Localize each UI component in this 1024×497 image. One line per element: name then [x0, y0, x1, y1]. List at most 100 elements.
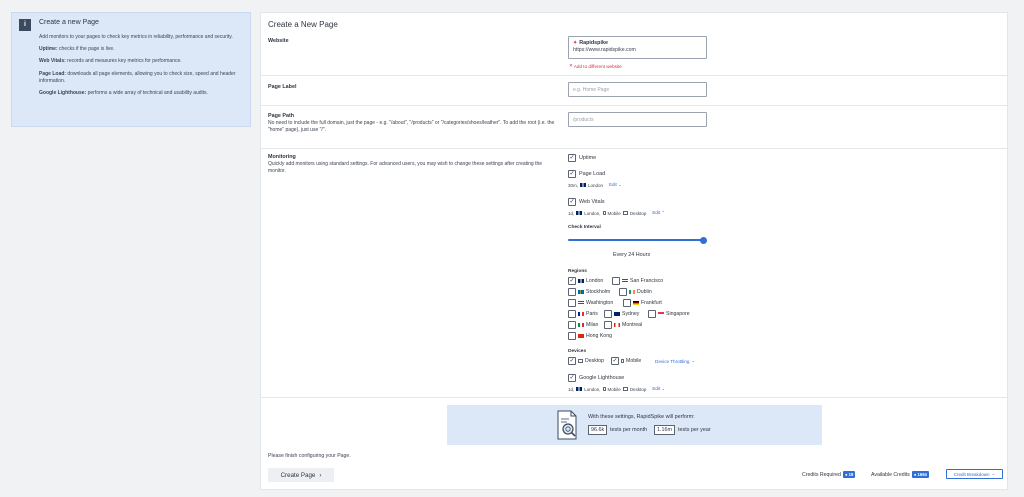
monthly-tests-value: 96.6k [588, 425, 608, 435]
chevron-down-icon: ⌄ [618, 182, 622, 187]
info-icon: i [19, 19, 31, 31]
us-flag-icon [622, 279, 628, 283]
italy-flag-icon [578, 323, 584, 327]
info-item-uptime: Uptime: checks if the page is live. [39, 46, 115, 53]
device-desktop-checkbox[interactable]: ✓ Desktop [568, 357, 604, 365]
summary-text: With these settings, RapidSpike will per… [588, 414, 695, 420]
region-milan-checkbox[interactable]: Milan [568, 321, 598, 329]
check-icon: ✓ [568, 170, 576, 178]
region-dublin-checkbox[interactable]: Dublin [619, 288, 652, 296]
check-icon: ✓ [568, 154, 576, 162]
uptime-checkbox[interactable]: ✓ Uptime [568, 154, 596, 162]
create-page-card: Create a New Page Website ✦ Rapidspike h… [260, 12, 1009, 490]
monitoring-label: Monitoring [268, 154, 296, 160]
mobile-icon [602, 387, 606, 391]
page-title: Create a New Page [268, 20, 338, 29]
device-throttling-link[interactable]: Device Throttling ⌄ [655, 358, 695, 364]
divider [261, 397, 1009, 398]
page-load-checkbox[interactable]: ✓ Page Load [568, 170, 605, 178]
region-paris-checkbox[interactable]: Paris [568, 310, 598, 318]
check-icon: ✓ [611, 357, 619, 365]
region-singapore-checkbox[interactable]: Singapore [648, 310, 690, 318]
info-panel: i Create a new Page Add monitors to your… [11, 12, 251, 127]
uk-flag-icon [578, 279, 584, 283]
available-credits: Available Credits ● 1694 [871, 471, 929, 478]
uk-flag-icon [576, 211, 583, 215]
devices-label: Devices [568, 349, 587, 354]
divider [261, 75, 1009, 76]
site-url: https://www.rapidspike.com [573, 47, 636, 53]
region-frankfurt-checkbox[interactable]: Frankfurt [623, 299, 662, 307]
yearly-tests-value: 1.16m [654, 425, 675, 435]
regions-label: Regions [568, 269, 587, 274]
create-page-button[interactable]: Create Page › [268, 468, 334, 482]
uk-flag-icon [580, 183, 587, 187]
page-load-edit-link[interactable]: Edit ⌄ [609, 182, 622, 188]
desktop-icon [578, 359, 583, 363]
credit-breakdown-button[interactable]: Credit Breakdown ⌄ [946, 469, 1003, 479]
available-credits-badge: ● 1694 [911, 471, 929, 478]
check-icon: ✓ [568, 374, 576, 382]
google-lighthouse-checkbox[interactable]: ✓ Google Lighthouse [568, 374, 624, 382]
info-item-lighthouse: Google Lighthouse: performs a wide array… [39, 90, 208, 97]
sweden-flag-icon [578, 290, 584, 294]
rapidspike-logo-icon: ✦ [573, 40, 578, 46]
region-montreal-checkbox[interactable]: Montreal [604, 321, 642, 329]
page-path-input[interactable] [568, 112, 707, 127]
site-name: Rapidspike [579, 40, 608, 46]
divider [261, 105, 1009, 106]
info-intro: Add monitors to your pages to check key … [39, 34, 233, 40]
check-interval-value: Every 24 Hours [613, 252, 651, 258]
monthly-tests-label: tests per month [610, 427, 648, 433]
region-stockholm-checkbox[interactable]: Stockholm [568, 288, 610, 296]
desktop-icon [622, 387, 628, 391]
credits-required: Credits Required ● 18 [802, 471, 856, 478]
us-flag-icon [578, 301, 584, 305]
page-label-label: Page Label [268, 84, 297, 90]
region-london-checkbox[interactable]: ✓ London [568, 277, 603, 285]
canada-flag-icon [614, 323, 620, 327]
yearly-tests-label: tests per year [678, 427, 711, 433]
info-title: Create a new Page [39, 19, 99, 26]
region-sydney-checkbox[interactable]: Sydney [604, 310, 639, 318]
check-icon: ✓ [568, 198, 576, 206]
check-interval-slider-track[interactable] [568, 239, 703, 241]
page-path-label: Page Path [268, 113, 295, 119]
page-load-settings: 30m, London Edit ⌄ [568, 182, 622, 188]
coin-icon: ● [913, 472, 917, 477]
hong-kong-flag-icon [578, 334, 584, 338]
monitoring-description: Quickly add monitors using standard sett… [268, 161, 543, 174]
germany-flag-icon [633, 301, 639, 305]
chevron-down-icon: ⌄ [991, 471, 996, 476]
coin-icon: ● [844, 472, 848, 477]
page-path-description: No need to include the full domain, just… [268, 120, 555, 133]
finish-message: Please finish configuring your Page. [268, 453, 351, 459]
ireland-flag-icon [629, 290, 635, 294]
check-interval-label: Check Interval [568, 225, 601, 230]
region-hong-kong-checkbox[interactable]: Hong Kong [568, 332, 612, 340]
web-vitals-checkbox[interactable]: ✓ Web Vitals [568, 198, 605, 206]
check-interval-slider-handle[interactable] [700, 236, 707, 244]
check-icon: ✓ [568, 277, 576, 285]
web-vitals-edit-link[interactable]: Edit ⌃ [652, 210, 665, 216]
close-icon: ✕ [569, 63, 573, 68]
france-flag-icon [578, 312, 584, 316]
mobile-icon [621, 359, 624, 363]
region-san-francisco-checkbox[interactable]: San Francisco [612, 277, 663, 285]
credits-required-badge: ● 18 [842, 471, 856, 478]
lighthouse-edit-link[interactable]: Edit ⌄ [652, 386, 665, 392]
australia-flag-icon [614, 312, 620, 316]
tests-summary: With these settings, RapidSpike will per… [447, 405, 822, 445]
document-magnifier-icon [557, 410, 577, 440]
singapore-flag-icon [658, 312, 664, 316]
info-item-web-vitals: Web Vitals: records and measures key met… [39, 58, 182, 65]
lighthouse-settings: 1d, London, Mobile Desktop Edit ⌄ [568, 386, 666, 392]
add-different-website-link[interactable]: ✕ Add to different website [569, 63, 622, 69]
website-label: Website [268, 38, 289, 44]
chevron-up-icon: ⌃ [661, 210, 666, 215]
device-mobile-checkbox[interactable]: ✓ Mobile [611, 357, 641, 365]
website-select[interactable]: ✦ Rapidspike https://www.rapidspike.com [568, 36, 707, 59]
region-washington-checkbox[interactable]: Washington [568, 299, 613, 307]
web-vitals-settings: 1d, London, Mobile Desktop Edit ⌃ [568, 210, 666, 216]
page-label-input[interactable] [568, 82, 707, 97]
